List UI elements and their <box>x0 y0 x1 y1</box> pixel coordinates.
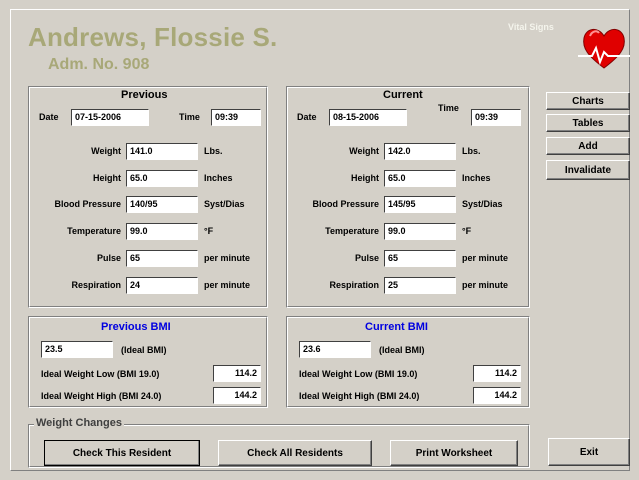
cur-bp-field[interactable]: 145/95 <box>384 196 456 213</box>
cur-height-field[interactable]: 65.0 <box>384 170 456 187</box>
prev-pulse-unit: per minute <box>204 253 251 263</box>
cur-high-field[interactable]: 144.2 <box>473 387 521 404</box>
prev-bp-label: Blood Pressure <box>54 199 121 209</box>
cur-weight-unit: Lbs. <box>462 146 481 156</box>
prev-time-field[interactable]: 09:39 <box>211 109 261 126</box>
cur-pulse-unit: per minute <box>462 253 509 263</box>
cur-pulse-field[interactable]: 65 <box>384 250 456 267</box>
prev-height-unit: Inches <box>204 173 233 183</box>
cur-height-unit: Inches <box>462 173 491 183</box>
prev-high-label: Ideal Weight High (BMI 24.0) <box>41 391 162 401</box>
prev-temp-field[interactable]: 99.0 <box>126 223 198 240</box>
previous-title: Previous <box>121 89 168 101</box>
prev-time-label: Time <box>179 112 200 122</box>
cur-temp-field[interactable]: 99.0 <box>384 223 456 240</box>
prev-bmi-field[interactable]: 23.5 <box>41 341 113 358</box>
previous-bmi-group: Previous BMI 23.5 (Ideal BMI) Ideal Weig… <box>28 316 268 408</box>
cur-temp-unit: °F <box>462 226 472 236</box>
cur-temp-label: Temperature <box>325 226 379 236</box>
weight-changes-legend: Weight Changes <box>34 417 124 429</box>
prev-weight-field[interactable]: 141.0 <box>126 143 198 160</box>
cur-bp-label: Blood Pressure <box>312 199 379 209</box>
cur-resp-label: Respiration <box>329 280 379 290</box>
exit-button[interactable]: Exit <box>548 438 630 466</box>
resident-name: Andrews, Flossie S. <box>28 22 278 52</box>
cur-time-field[interactable]: 09:39 <box>471 109 521 126</box>
prev-resp-unit: per minute <box>204 280 251 290</box>
prev-high-field[interactable]: 144.2 <box>213 387 261 404</box>
cur-time-label: Time <box>438 103 459 113</box>
cur-bmi-field[interactable]: 23.6 <box>299 341 371 358</box>
charts-button[interactable]: Charts <box>546 92 630 110</box>
prev-weight-unit: Lbs. <box>204 146 223 156</box>
current-vitals-group: Current Date 08-15-2006 Time 09:39 Weigh… <box>286 86 530 308</box>
prev-low-label: Ideal Weight Low (BMI 19.0) <box>41 369 160 379</box>
prev-temp-label: Temperature <box>67 226 121 236</box>
cur-ideal-bmi-label: (Ideal BMI) <box>379 345 425 355</box>
add-button[interactable]: Add <box>546 137 630 155</box>
prev-bp-field[interactable]: 140/95 <box>126 196 198 213</box>
tables-button[interactable]: Tables <box>546 114 630 132</box>
cur-low-field[interactable]: 114.2 <box>473 365 521 382</box>
check-this-resident-button[interactable]: Check This Resident <box>44 440 200 466</box>
admission-number: Adm. No. 908 <box>48 56 150 73</box>
cur-height-label: Height <box>351 173 379 183</box>
prev-pulse-field[interactable]: 65 <box>126 250 198 267</box>
prev-resp-field[interactable]: 24 <box>126 277 198 294</box>
prev-resp-label: Respiration <box>71 280 121 290</box>
previous-vitals-group: Previous Date 07-15-2006 Time 09:39 Weig… <box>28 86 268 308</box>
vital-signs-title: Vital Signs <box>508 22 554 32</box>
heart-pulse-icon <box>578 22 630 72</box>
current-title: Current <box>383 89 423 101</box>
previous-bmi-title: Previous BMI <box>101 321 171 333</box>
prev-height-label: Height <box>93 173 121 183</box>
cur-high-label: Ideal Weight High (BMI 24.0) <box>299 391 420 401</box>
cur-resp-field[interactable]: 25 <box>384 277 456 294</box>
invalidate-button[interactable]: Invalidate <box>546 160 630 180</box>
print-worksheet-button[interactable]: Print Worksheet <box>390 440 518 466</box>
cur-weight-label: Weight <box>349 146 379 156</box>
cur-resp-unit: per minute <box>462 280 509 290</box>
current-bmi-group: Current BMI 23.6 (Ideal BMI) Ideal Weigh… <box>286 316 530 408</box>
prev-temp-unit: °F <box>204 226 214 236</box>
cur-weight-field[interactable]: 142.0 <box>384 143 456 160</box>
prev-ideal-bmi-label: (Ideal BMI) <box>121 345 167 355</box>
check-all-residents-button[interactable]: Check All Residents <box>218 440 372 466</box>
prev-height-field[interactable]: 65.0 <box>126 170 198 187</box>
cur-date-field[interactable]: 08-15-2006 <box>329 109 407 126</box>
cur-pulse-label: Pulse <box>354 253 379 263</box>
cur-bp-unit: Syst/Dias <box>462 199 503 209</box>
prev-pulse-label: Pulse <box>96 253 121 263</box>
current-bmi-title: Current BMI <box>365 321 428 333</box>
prev-weight-label: Weight <box>91 146 121 156</box>
cur-date-label: Date <box>297 112 317 122</box>
cur-low-label: Ideal Weight Low (BMI 19.0) <box>299 369 418 379</box>
prev-date-field[interactable]: 07-15-2006 <box>71 109 149 126</box>
prev-bp-unit: Syst/Dias <box>204 199 245 209</box>
prev-low-field[interactable]: 114.2 <box>213 365 261 382</box>
prev-date-label: Date <box>39 112 59 122</box>
